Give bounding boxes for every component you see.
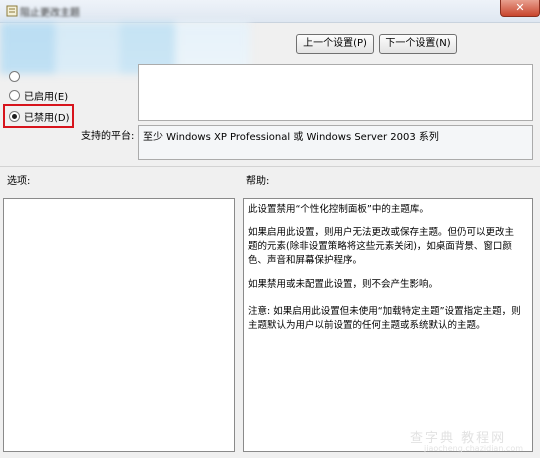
disabled-radio[interactable] <box>9 111 20 122</box>
enabled-label: 已启用(E) <box>24 92 69 103</box>
policy-icon <box>6 5 18 17</box>
help-paragraph: 此设置禁用“个性化控制面板”中的主题库。 <box>248 204 429 215</box>
options-label: 选项: <box>7 176 31 187</box>
help-paragraph: 注意: 如果启用此设置但未使用“加载特定主题”设置指定主题，则主题默认为用户以前… <box>248 306 521 331</box>
previous-setting-button[interactable]: 上一个设置(P) <box>296 34 374 54</box>
options-pane[interactable] <box>3 198 235 452</box>
comment-textbox[interactable] <box>138 64 533 121</box>
enabled-radio[interactable] <box>9 90 20 101</box>
platform-value: 至少 Windows XP Professional 或 Windows Ser… <box>143 132 439 143</box>
help-label: 帮助: <box>246 176 270 187</box>
section-divider <box>0 166 540 167</box>
help-paragraph: 如果启用此设置，则用户无法更改或保存主题。但仍可以更改主题的元素(除非设置策略将… <box>248 227 515 266</box>
title-bar <box>0 0 540 23</box>
not-configured-radio[interactable] <box>9 71 20 82</box>
close-button[interactable]: ✕ <box>500 0 540 17</box>
platform-label: 支持的平台: <box>81 131 135 142</box>
help-paragraph: 如果禁用或未配置此设置，则不会产生影响。 <box>248 279 439 290</box>
disabled-label: 已禁用(D) <box>24 113 70 124</box>
next-setting-button[interactable]: 下一个设置(N) <box>379 34 457 54</box>
window-title: 阻止更改主题 <box>20 8 80 19</box>
watermark-url: jiaocheng.chazidian.com <box>424 444 524 453</box>
